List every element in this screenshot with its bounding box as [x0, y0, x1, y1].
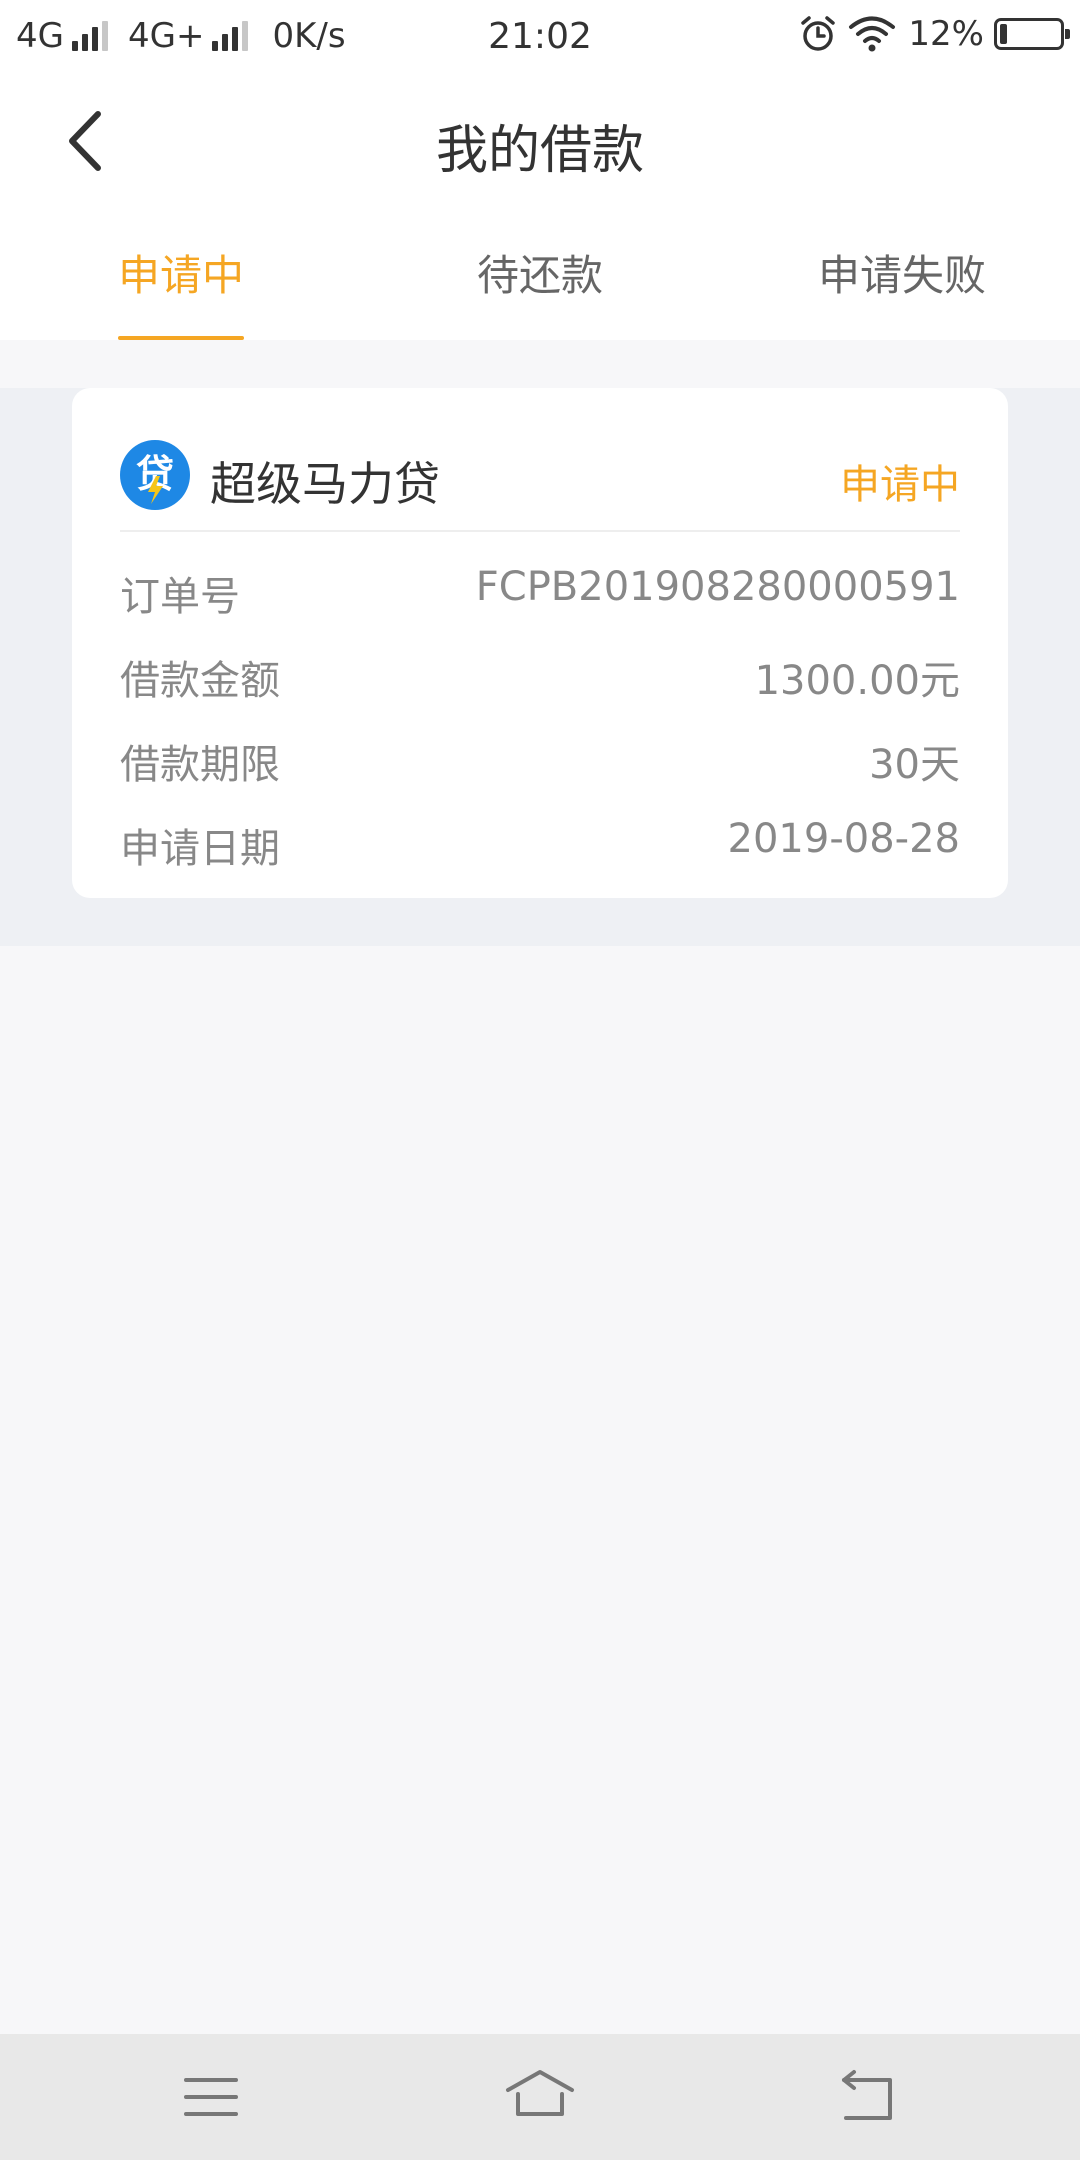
loan-status-badge: 申请中 — [840, 462, 960, 508]
status-bar: 4G 4G+ 0K/s 21:02 12% — [0, 0, 1080, 76]
tab-bar: 申请中 待还款 申请失败 — [0, 206, 1080, 340]
lender-logo-icon: 贷 — [120, 440, 190, 510]
menu-button[interactable] — [176, 2064, 248, 2130]
loan-card-header: 贷 超级马力贷 申请中 — [120, 440, 960, 532]
menu-icon — [184, 2078, 238, 2116]
loan-amount-row: 借款金额 1300.00元 — [120, 648, 960, 708]
battery-percent: 12% — [908, 14, 984, 54]
tab-label: 申请中 — [118, 251, 245, 300]
loan-amount-label: 借款金额 — [120, 658, 280, 704]
loan-amount-value: 1300.00元 — [754, 658, 960, 704]
battery-icon — [994, 18, 1070, 50]
apply-date-label: 申请日期 — [120, 826, 280, 872]
tab-applying[interactable]: 申请中 — [118, 242, 245, 340]
tab-active-indicator — [118, 336, 245, 340]
loan-list: 贷 超级马力贷 申请中 订单号 FCPB201908280000591 借款金额… — [0, 388, 1080, 946]
back-icon — [842, 2070, 892, 2120]
battery-level — [1000, 24, 1007, 44]
loan-term-label: 借款期限 — [120, 742, 280, 788]
order-number-row: 订单号 FCPB201908280000591 — [120, 564, 960, 624]
tab-application-failed[interactable]: 申请失败 — [818, 242, 986, 340]
apply-date-row: 申请日期 2019-08-28 — [120, 816, 960, 876]
app-screen: 4G 4G+ 0K/s 21:02 12% 我的借款 申请中 待还款 申请失败 … — [0, 0, 1080, 2160]
tab-label: 申请失败 — [818, 251, 987, 300]
loan-term-row: 借款期限 30天 — [120, 732, 960, 792]
system-back-button[interactable] — [832, 2064, 904, 2130]
app-header: 我的借款 — [0, 76, 1080, 206]
page-title: 我的借款 — [435, 121, 644, 181]
tab-pending-repayment[interactable]: 待还款 — [477, 242, 603, 340]
system-nav-bar — [0, 2034, 1080, 2160]
apply-date-value: 2019-08-28 — [727, 816, 960, 862]
wifi-icon — [849, 16, 896, 52]
loan-term-value: 30天 — [869, 742, 960, 788]
order-number-label: 订单号 — [120, 574, 240, 620]
tab-label: 待还款 — [477, 251, 604, 300]
home-icon — [506, 2070, 574, 2116]
loan-card[interactable]: 贷 超级马力贷 申请中 订单号 FCPB201908280000591 借款金额… — [72, 388, 1008, 898]
order-number-value: FCPB201908280000591 — [475, 564, 960, 610]
alarm-icon — [801, 16, 836, 51]
lender-name: 超级马力贷 — [210, 457, 440, 511]
status-right: 12% — [798, 14, 1070, 54]
home-button[interactable] — [504, 2064, 576, 2130]
